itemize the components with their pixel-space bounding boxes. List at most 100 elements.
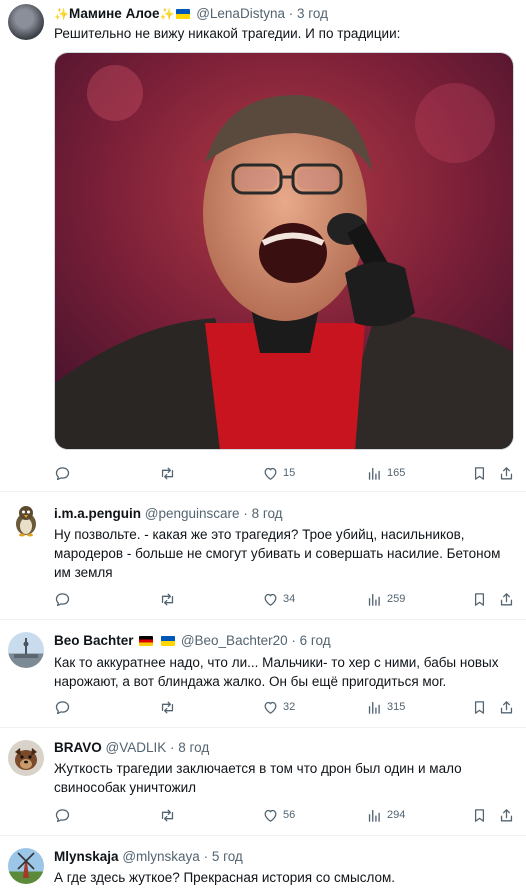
sparkle-icon: ✨ xyxy=(159,7,175,21)
views-button[interactable]: 165 xyxy=(366,463,405,483)
ukraine-flag-icon xyxy=(161,636,176,646)
user-name[interactable]: Мамине Алое xyxy=(69,6,160,21)
view-count: 315 xyxy=(387,701,406,713)
retweet-button[interactable] xyxy=(159,805,176,825)
retweet-icon xyxy=(159,465,176,482)
like-button[interactable]: 34 xyxy=(262,589,295,609)
tweet-time[interactable]: 6 год xyxy=(300,633,331,648)
tweet[interactable]: BRAVO @VADLIK · 8 год Жуткость трагедии … xyxy=(0,728,526,836)
singer-photo xyxy=(55,53,513,449)
bookmark-icon xyxy=(471,465,488,482)
views-button[interactable]: 259 xyxy=(366,589,405,609)
like-button[interactable]: 15 xyxy=(262,463,295,483)
user-handle[interactable]: @Beo_Bachter20 xyxy=(181,633,288,648)
reply-icon xyxy=(54,807,71,824)
share-icon xyxy=(498,465,515,482)
separator-dot: · xyxy=(291,633,296,648)
action-bar: 34 259 xyxy=(54,589,514,609)
like-count: 32 xyxy=(283,701,296,713)
views-icon xyxy=(366,591,383,608)
user-handle[interactable]: @mlynskaya xyxy=(122,849,199,864)
bookmark-button[interactable] xyxy=(471,463,488,483)
tweet-time[interactable]: 8 год xyxy=(178,740,209,755)
share-button[interactable] xyxy=(498,589,515,609)
dog-icon xyxy=(15,748,37,770)
tweet-header: Mlynskaja @mlynskaya · 5 год xyxy=(54,849,510,864)
bookmark-button[interactable] xyxy=(471,805,488,825)
views-button[interactable]: 294 xyxy=(366,805,405,825)
germany-flag-icon xyxy=(139,636,154,646)
view-count: 294 xyxy=(387,809,406,821)
avatar[interactable] xyxy=(8,502,44,538)
views-button[interactable]: 315 xyxy=(366,697,405,717)
tweet-time[interactable]: 8 год xyxy=(252,506,283,521)
sparkle-icon: ✨ xyxy=(54,7,69,21)
like-count: 56 xyxy=(283,809,296,821)
tweet-header: Beo Bachter @Beo_Bachter20 · 6 год xyxy=(54,633,510,648)
tweet-time[interactable]: 5 год xyxy=(212,849,243,864)
retweet-button[interactable] xyxy=(159,697,176,717)
reply-icon xyxy=(54,465,71,482)
tweet-text: А где здесь жуткое? Прекрасная история с… xyxy=(54,870,396,885)
avatar[interactable] xyxy=(8,740,44,776)
bookmark-icon xyxy=(471,699,488,716)
user-name[interactable]: i.m.a.penguin xyxy=(54,506,141,521)
bookmark-icon xyxy=(471,807,488,824)
tweet-text: Как то аккуратнее надо, что ли... Мальчи… xyxy=(54,655,499,689)
share-button[interactable] xyxy=(498,463,515,483)
retweet-button[interactable] xyxy=(159,589,176,609)
user-handle[interactable]: @penguinscare xyxy=(145,506,240,521)
user-name[interactable]: BRAVO xyxy=(54,740,102,755)
avatar[interactable] xyxy=(8,4,44,40)
reply-button[interactable] xyxy=(54,589,71,609)
user-handle[interactable]: @LenaDistyna xyxy=(196,6,285,21)
reply-button[interactable] xyxy=(54,805,71,825)
share-button[interactable] xyxy=(498,805,515,825)
like-count: 15 xyxy=(283,467,296,479)
tweet-time[interactable]: 3 год xyxy=(297,6,328,21)
reply-button[interactable] xyxy=(54,697,71,717)
share-icon xyxy=(498,699,515,716)
user-handle[interactable]: @VADLIK xyxy=(106,740,167,755)
heart-icon xyxy=(262,699,279,716)
action-bar: 15 165 xyxy=(54,463,514,483)
reply-button[interactable] xyxy=(54,463,71,483)
like-button[interactable]: 56 xyxy=(262,805,295,825)
tweet[interactable]: i.m.a.penguin @penguinscare · 8 год Ну п… xyxy=(0,492,526,620)
heart-icon xyxy=(262,591,279,608)
tweet[interactable]: ✨Мамине Алое✨ @LenaDistyna · 3 год Решит… xyxy=(0,0,526,492)
user-name[interactable]: Beo Bachter xyxy=(54,633,134,648)
tweet-text: Ну позвольте. - какая же это трагедия? Т… xyxy=(54,527,501,580)
action-bar: 56 294 xyxy=(54,805,514,825)
views-icon xyxy=(366,699,383,716)
heart-icon xyxy=(262,807,279,824)
share-icon xyxy=(498,807,515,824)
tweet-text: Решительно не вижу никакой трагедии. И п… xyxy=(54,26,401,41)
tweet[interactable]: Mlynskaja @mlynskaya · 5 год А где здесь… xyxy=(0,836,526,892)
tweet-image[interactable] xyxy=(54,52,514,450)
share-button[interactable] xyxy=(498,697,515,717)
view-count: 165 xyxy=(387,467,406,479)
tweet-text: Жуткость трагедии заключается в том что … xyxy=(54,761,462,795)
separator-dot: · xyxy=(170,740,175,755)
retweet-icon xyxy=(159,807,176,824)
separator-dot: · xyxy=(203,849,209,864)
user-name[interactable]: Mlynskaja xyxy=(54,849,119,864)
action-bar: 32 315 xyxy=(54,697,514,717)
retweet-button[interactable] xyxy=(159,463,176,483)
separator-dot: · xyxy=(288,6,294,21)
ukraine-flag-icon xyxy=(176,9,191,19)
tweet[interactable]: Beo Bachter @Beo_Bachter20 · 6 год Как т… xyxy=(0,620,526,728)
like-count: 34 xyxy=(283,593,296,605)
view-count: 259 xyxy=(387,593,406,605)
tower-icon xyxy=(14,638,38,658)
windmill-icon xyxy=(17,852,35,878)
bookmark-button[interactable] xyxy=(471,589,488,609)
bookmark-button[interactable] xyxy=(471,697,488,717)
retweet-icon xyxy=(159,591,176,608)
views-icon xyxy=(366,807,383,824)
avatar[interactable] xyxy=(8,632,44,668)
avatar[interactable] xyxy=(8,848,44,884)
heart-icon xyxy=(262,465,279,482)
like-button[interactable]: 32 xyxy=(262,697,295,717)
